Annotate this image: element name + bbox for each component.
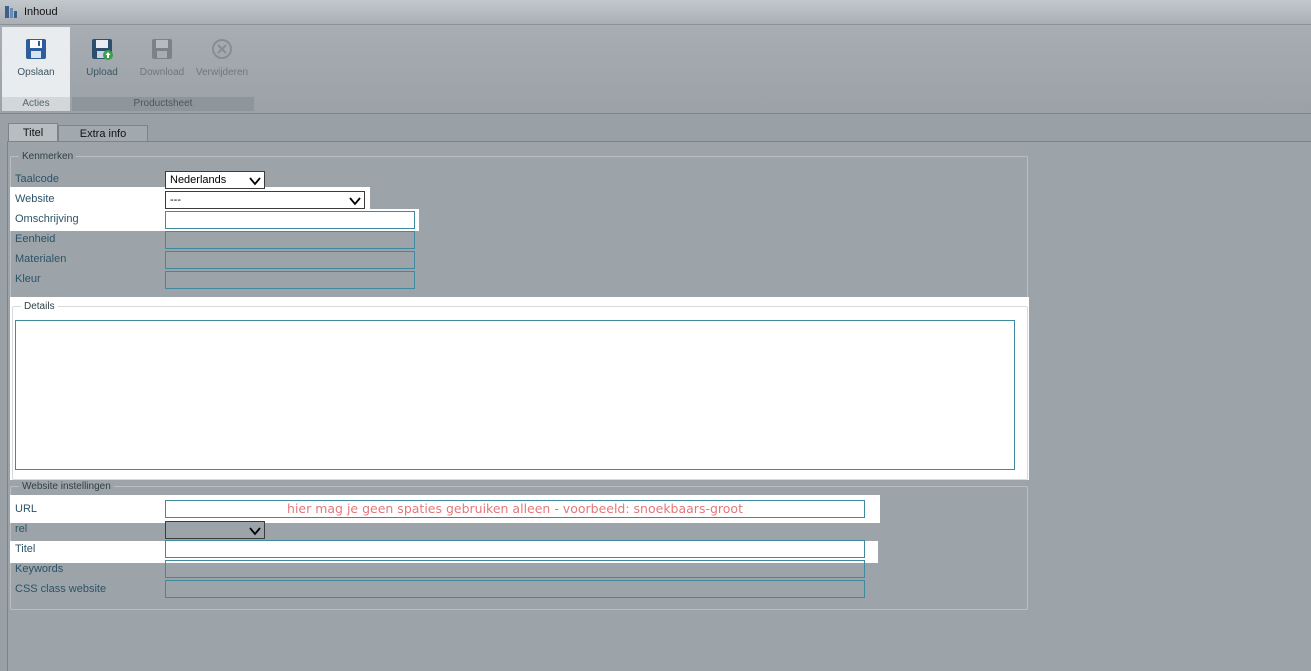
upload-button[interactable]: Upload [72,27,132,95]
taalcode-value: Nederlands [170,174,227,186]
url-label: URL [15,503,38,515]
save-button-label: Opslaan [17,67,55,78]
taalcode-label: Taalcode [15,173,60,185]
delete-button[interactable]: Verwijderen [192,27,252,95]
omschrijving-input[interactable] [165,211,415,229]
delete-icon [212,39,232,59]
save-icon [26,39,46,59]
css-class-label: CSS class website [15,583,107,595]
kleur-label: Kleur [15,273,41,285]
css-class-input[interactable] [165,580,865,598]
materialen-input[interactable] [165,251,415,269]
chevron-down-icon [249,527,261,536]
details-textarea[interactable] [15,320,1015,470]
website-label: Website [15,193,55,205]
omschrijving-label: Omschrijving [15,213,79,225]
ribbon-group-label-acties: Acties [2,97,70,111]
materialen-label: Materialen [15,253,67,265]
ribbon-group-acties: Opslaan Acties [2,27,70,111]
fieldset-website-instellingen-legend: Website instellingen [22,481,111,492]
rel-select[interactable] [165,521,265,539]
url-hint-text: hier mag je geen spaties gebruiken allee… [287,501,743,516]
kleur-input[interactable] [165,271,415,289]
window-titlebar: Inhoud [0,0,1311,25]
rel-label: rel [15,523,28,535]
download-button-label: Download [139,67,185,78]
download-icon [152,39,172,59]
upload-icon [92,39,113,60]
ribbon-group-productsheet: Upload Download Verwijderen Productsheet [72,27,254,111]
eenheid-label: Eenheid [15,233,56,245]
taalcode-select[interactable]: Nederlands [165,171,265,189]
upload-button-label: Upload [86,67,118,78]
window-title: Inhoud [24,6,58,18]
fieldset-details-legend: Details [24,301,55,312]
chevron-down-icon [249,177,261,186]
titel-label: Titel [15,543,36,555]
chevron-down-icon [349,197,361,206]
tab-titel[interactable]: Titel [8,123,58,143]
fieldset-kenmerken-legend: Kenmerken [22,151,74,162]
titel-input[interactable] [165,540,865,558]
website-select[interactable]: --- [165,191,365,209]
save-button[interactable]: Opslaan [6,27,66,95]
tab-extra-info[interactable]: Extra info [58,125,148,142]
url-input[interactable]: hier mag je geen spaties gebruiken allee… [165,500,865,518]
download-button[interactable]: Download [132,27,192,95]
website-value: --- [170,194,181,206]
eenheid-input[interactable] [165,231,415,249]
app-icon [5,6,17,18]
ribbon-toolbar: Opslaan Acties Upload Download Verwijder… [0,25,1311,114]
keywords-input[interactable] [165,560,865,578]
ribbon-group-label-productsheet: Productsheet [72,97,254,111]
delete-button-label: Verwijderen [195,67,249,78]
keywords-label: Keywords [15,563,64,575]
